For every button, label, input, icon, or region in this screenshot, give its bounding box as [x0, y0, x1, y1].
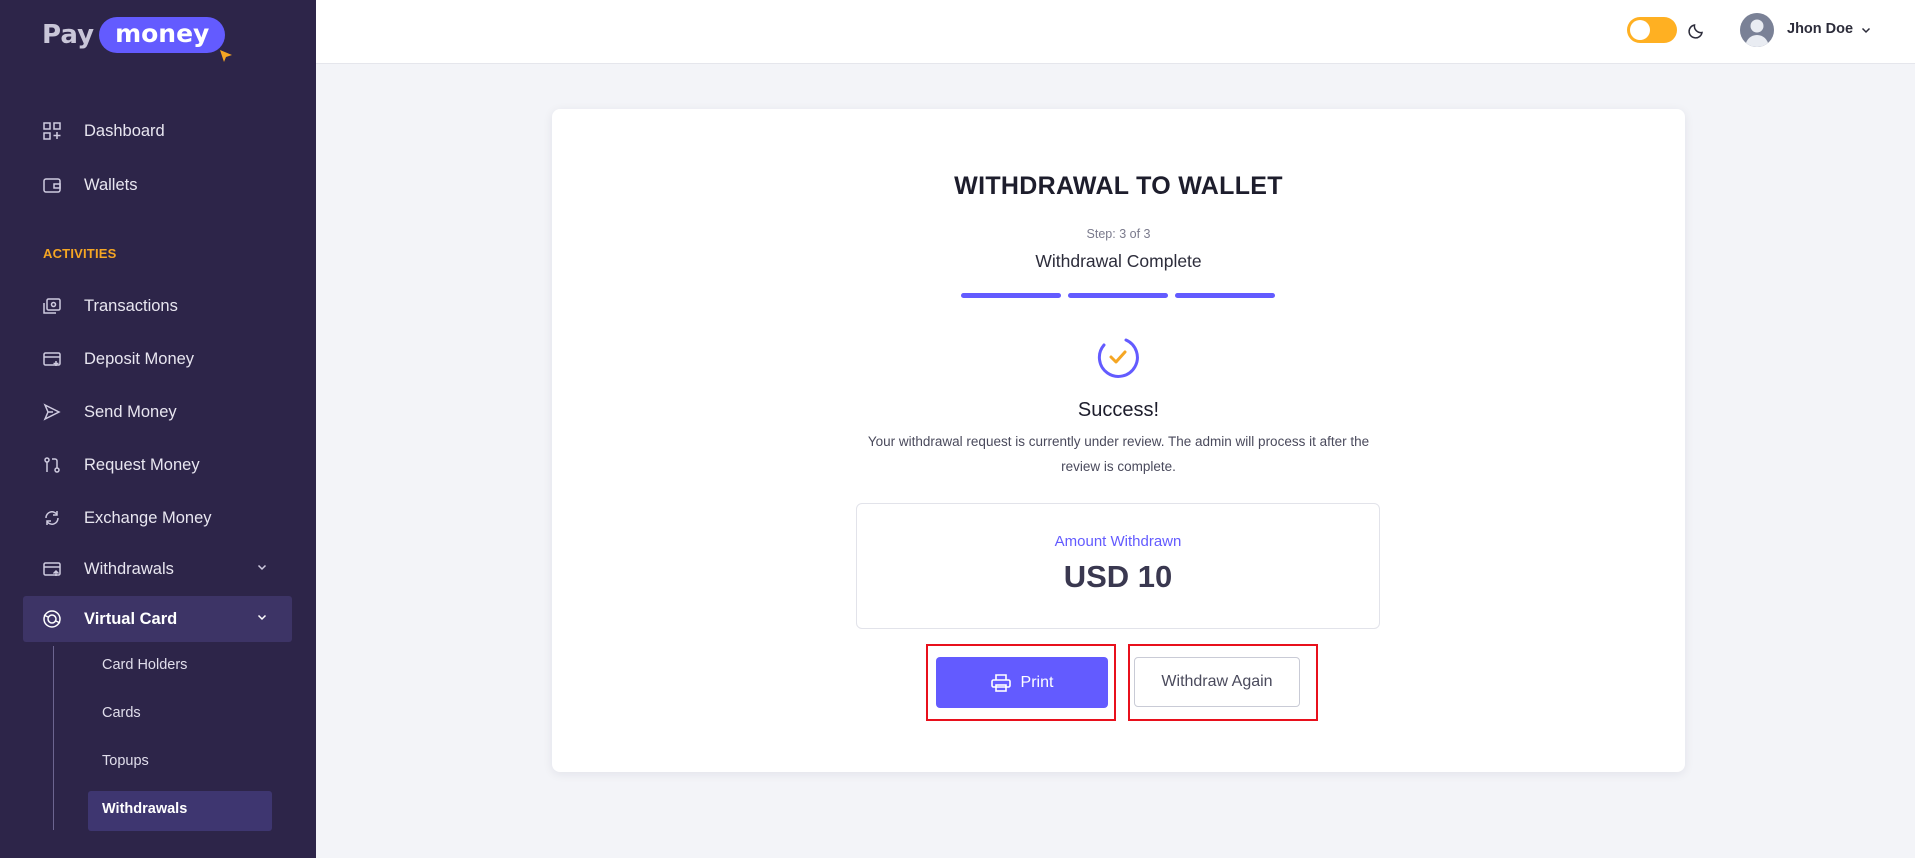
progress-step-1	[961, 293, 1061, 298]
sidebar-item-deposit-money[interactable]: Deposit Money	[42, 344, 282, 374]
sidebar-item-label: Deposit Money	[84, 349, 195, 368]
page-title: WITHDRAWAL TO WALLET	[954, 172, 1283, 200]
exchange-icon	[42, 508, 62, 528]
sidebar-subitem-withdrawals[interactable]: Withdrawals	[102, 801, 187, 817]
sidebar-subitem-topups[interactable]: Topups	[102, 753, 149, 769]
sidebar-item-transactions[interactable]: Transactions	[42, 291, 282, 321]
submenu-guide-line	[53, 646, 54, 830]
sidebar-item-exchange-money[interactable]: Exchange Money	[42, 503, 282, 533]
chevron-down-icon[interactable]	[1860, 24, 1872, 36]
toggle-knob	[1630, 20, 1650, 40]
sidebar-item-label: Dashboard	[84, 121, 165, 140]
sidebar-item-label: Withdrawals	[84, 559, 174, 578]
theme-toggle[interactable]	[1627, 17, 1677, 43]
logo[interactable]: Pay money	[42, 17, 233, 62]
sidebar-item-wallets[interactable]: Wallets	[42, 170, 282, 200]
sidebar-item-label: Exchange Money	[84, 508, 212, 527]
progress-step-2	[1068, 293, 1168, 298]
chevron-down-icon	[257, 614, 267, 621]
success-title: Success!	[1077, 399, 1160, 421]
deposit-icon	[42, 349, 62, 369]
user-name[interactable]: Jhon Doe	[1787, 21, 1853, 37]
progress-step-3	[1175, 293, 1275, 298]
amount-label: Amount Withdrawn	[1054, 533, 1182, 550]
sidebar-item-label: Virtual Card	[84, 609, 178, 628]
moon-icon[interactable]	[1688, 21, 1706, 39]
logo-money-text: money	[115, 19, 210, 48]
sidebar-item-label: Wallets	[84, 175, 138, 194]
transactions-icon	[42, 296, 62, 316]
sidebar-subitem-cards[interactable]: Cards	[102, 705, 141, 721]
request-icon	[42, 455, 62, 475]
section-title-activities: ACTIVITIES	[43, 246, 117, 261]
print-highlight-box	[926, 644, 1116, 721]
sidebar-item-label: Request Money	[84, 455, 200, 474]
avatar[interactable]	[1740, 13, 1774, 47]
logo-pay-text: Pay	[42, 20, 95, 50]
cursor-icon	[220, 50, 233, 62]
sidebar-item-send-money[interactable]: Send Money	[42, 397, 282, 427]
sidebar-item-dashboard[interactable]: Dashboard	[42, 116, 282, 146]
success-check-icon	[1097, 338, 1139, 378]
sidebar-item-label: Send Money	[84, 402, 177, 421]
step-title: Withdrawal Complete	[1035, 251, 1202, 271]
step-indicator: Step: 3 of 3	[1086, 227, 1151, 241]
withdrawals-icon	[42, 559, 62, 579]
dashboard-icon	[42, 121, 62, 141]
send-icon	[42, 402, 62, 422]
logo-money-badge: money	[99, 17, 233, 62]
virtual-card-icon	[42, 609, 62, 629]
sidebar-subitem-card-holders[interactable]: Card Holders	[102, 657, 187, 673]
wallet-icon	[42, 175, 62, 195]
chevron-down-icon	[257, 564, 267, 571]
amount-value: USD 10	[1063, 559, 1173, 594]
sidebar-item-withdrawals[interactable]: Withdrawals	[42, 554, 282, 584]
sidebar-item-virtual-card[interactable]: Virtual Card	[42, 604, 282, 634]
progress-bars	[961, 293, 1275, 298]
sidebar-item-label: Transactions	[84, 296, 178, 315]
sidebar-item-request-money[interactable]: Request Money	[42, 450, 282, 480]
sidebar: Pay money Dashboard Wallets ACTIVITIES T…	[0, 0, 316, 858]
success-message: Your withdrawal request is currently und…	[867, 434, 1370, 474]
withdraw-again-highlight-box	[1128, 644, 1318, 721]
